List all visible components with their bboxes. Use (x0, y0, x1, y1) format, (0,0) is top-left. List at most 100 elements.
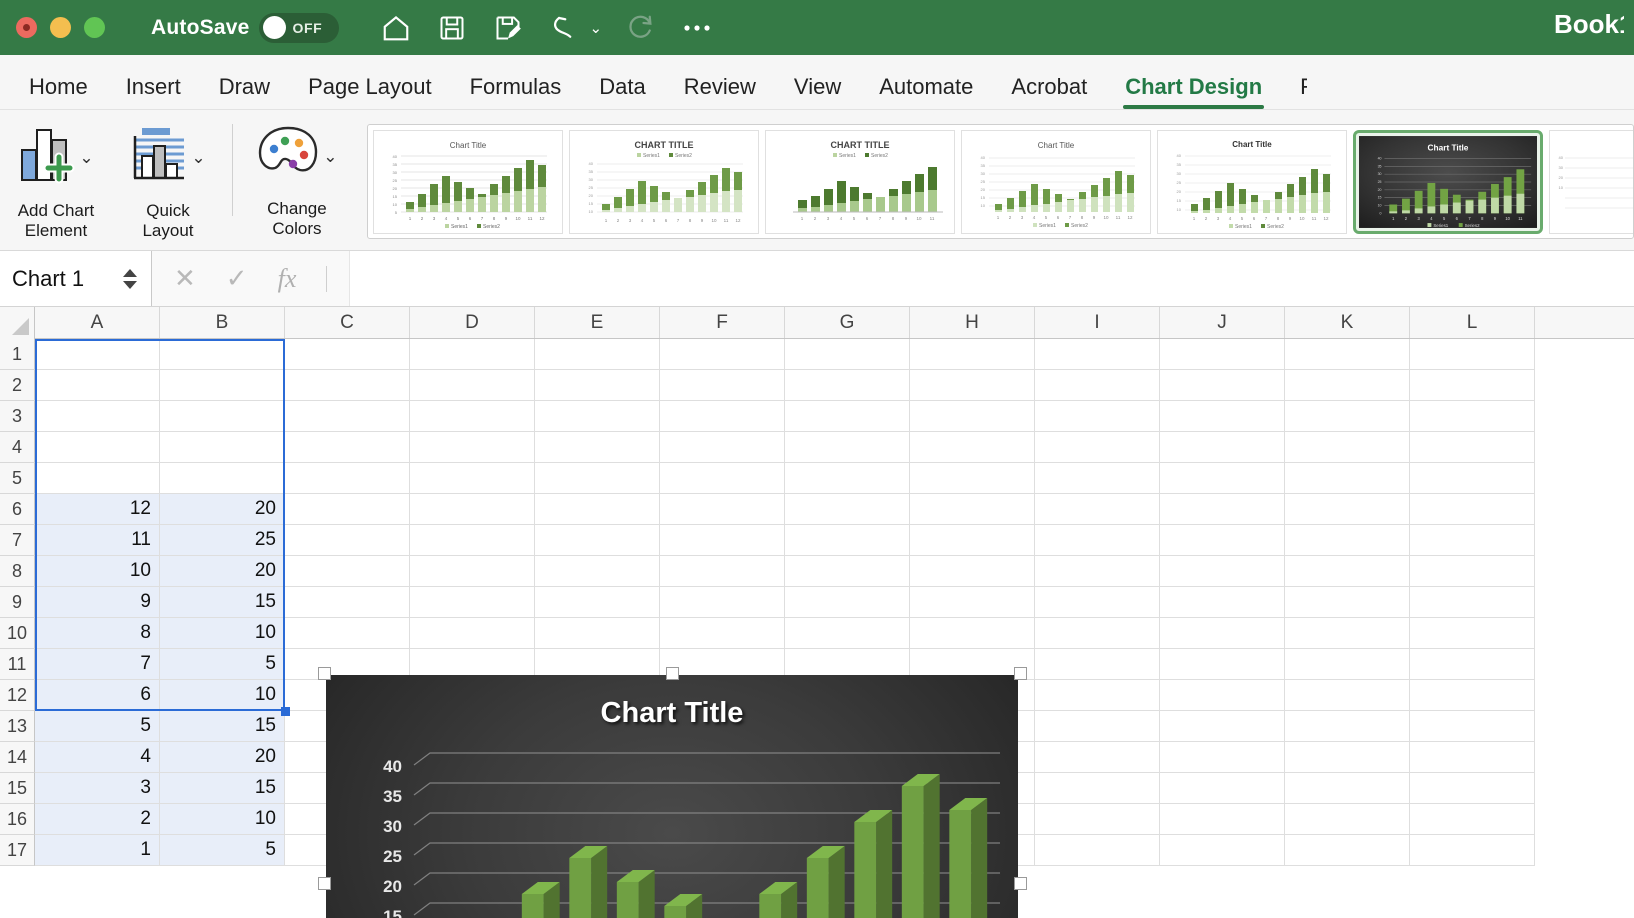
cell-F11[interactable] (660, 525, 785, 556)
cell-K13[interactable] (1285, 463, 1410, 494)
cell-K4[interactable] (1285, 742, 1410, 773)
cell-L14[interactable] (1410, 432, 1535, 463)
cell-G9[interactable] (785, 587, 910, 618)
cell-K17[interactable] (1285, 339, 1410, 370)
cell-H11[interactable] (910, 525, 1035, 556)
cancel-formula-icon[interactable]: ✕ (174, 263, 196, 294)
column-header-I[interactable]: I (1035, 307, 1160, 338)
cell-A7[interactable]: 7 (35, 649, 160, 680)
cell-H14[interactable] (910, 432, 1035, 463)
cell-C15[interactable] (285, 401, 410, 432)
cell-L1[interactable] (1410, 835, 1535, 866)
tab-review[interactable]: Review (665, 74, 775, 109)
cell-B4[interactable]: 20 (160, 742, 285, 773)
cell-C16[interactable] (285, 370, 410, 401)
cell-F9[interactable] (660, 587, 785, 618)
cell-K5[interactable] (1285, 711, 1410, 742)
chart-style-thumb-1[interactable]: Chart Title (373, 130, 563, 234)
row-header-13[interactable]: 13 (0, 711, 35, 742)
cell-L10[interactable] (1410, 556, 1535, 587)
cell-L13[interactable] (1410, 463, 1535, 494)
cell-E15[interactable] (535, 401, 660, 432)
cell-A6[interactable]: 6 (35, 680, 160, 711)
cell-K10[interactable] (1285, 556, 1410, 587)
cell-L8[interactable] (1410, 618, 1535, 649)
cell-J13[interactable] (1160, 463, 1285, 494)
cell-J15[interactable] (1160, 401, 1285, 432)
add-chart-element-button[interactable]: ⌄ Add Chart Element (0, 120, 112, 242)
cell-C9[interactable] (285, 587, 410, 618)
chart-style-thumb-7[interactable]: 4030 2010 (1549, 130, 1634, 234)
cell-L7[interactable] (1410, 649, 1535, 680)
cell-I7[interactable] (1035, 649, 1160, 680)
cell-B13[interactable] (160, 463, 285, 494)
cell-J6[interactable] (1160, 680, 1285, 711)
row-header-16[interactable]: 16 (0, 804, 35, 835)
select-all-corner[interactable] (0, 307, 35, 339)
cell-E16[interactable] (535, 370, 660, 401)
cell-G12[interactable] (785, 494, 910, 525)
cell-F8[interactable] (660, 618, 785, 649)
cell-C8[interactable] (285, 618, 410, 649)
column-header-L[interactable]: L (1410, 307, 1535, 338)
cell-B16[interactable] (160, 370, 285, 401)
cell-F12[interactable] (660, 494, 785, 525)
cell-J3[interactable] (1160, 773, 1285, 804)
cell-J16[interactable] (1160, 370, 1285, 401)
cell-L12[interactable] (1410, 494, 1535, 525)
cell-L2[interactable] (1410, 804, 1535, 835)
cell-A12[interactable]: 12 (35, 494, 160, 525)
cell-J2[interactable] (1160, 804, 1285, 835)
close-window-button[interactable] (16, 17, 37, 38)
cell-A8[interactable]: 8 (35, 618, 160, 649)
cell-A2[interactable]: 2 (35, 804, 160, 835)
cell-J17[interactable] (1160, 339, 1285, 370)
cell-C11[interactable] (285, 525, 410, 556)
cell-B9[interactable]: 15 (160, 587, 285, 618)
cell-A9[interactable]: 9 (35, 587, 160, 618)
cell-A4[interactable]: 4 (35, 742, 160, 773)
autosave-control[interactable]: AutoSave OFF (151, 13, 339, 43)
column-header-B[interactable]: B (160, 307, 285, 338)
chart-style-thumb-4[interactable]: Chart Title (961, 130, 1151, 234)
cell-D13[interactable] (410, 463, 535, 494)
cell-H17[interactable] (910, 339, 1035, 370)
row-header-3[interactable]: 3 (0, 401, 35, 432)
chart-style-thumb-3[interactable]: CHART TITLE Series1 Series2 (765, 130, 955, 234)
cell-B15[interactable] (160, 401, 285, 432)
cell-D10[interactable] (410, 556, 535, 587)
cell-K6[interactable] (1285, 680, 1410, 711)
cell-F15[interactable] (660, 401, 785, 432)
chart-object[interactable]: Chart Title 0510152025303540123456789101… (322, 671, 1022, 918)
enter-formula-icon[interactable]: ✓ (226, 263, 248, 294)
tab-automate[interactable]: Automate (860, 74, 992, 109)
tab-acrobat[interactable]: Acrobat (992, 74, 1106, 109)
cell-L4[interactable] (1410, 742, 1535, 773)
save-as-icon[interactable] (491, 11, 525, 45)
row-header-5[interactable]: 5 (0, 463, 35, 494)
cell-L6[interactable] (1410, 680, 1535, 711)
cell-F14[interactable] (660, 432, 785, 463)
cell-I4[interactable] (1035, 742, 1160, 773)
cell-J1[interactable] (1160, 835, 1285, 866)
row-header-2[interactable]: 2 (0, 370, 35, 401)
cell-I16[interactable] (1035, 370, 1160, 401)
cell-J10[interactable] (1160, 556, 1285, 587)
cell-K11[interactable] (1285, 525, 1410, 556)
row-header-17[interactable]: 17 (0, 835, 35, 866)
column-header-E[interactable]: E (535, 307, 660, 338)
cell-B3[interactable]: 15 (160, 773, 285, 804)
cell-L5[interactable] (1410, 711, 1535, 742)
selection-handle-bottom-right[interactable] (281, 707, 290, 716)
cell-A11[interactable]: 11 (35, 525, 160, 556)
cell-A13[interactable] (35, 463, 160, 494)
cell-L11[interactable] (1410, 525, 1535, 556)
cell-L3[interactable] (1410, 773, 1535, 804)
cell-H8[interactable] (910, 618, 1035, 649)
cell-G13[interactable] (785, 463, 910, 494)
cell-A1[interactable]: 1 (35, 835, 160, 866)
chart-handle-w[interactable] (318, 877, 331, 890)
cell-B1[interactable]: 5 (160, 835, 285, 866)
cell-B6[interactable]: 10 (160, 680, 285, 711)
cell-B12[interactable]: 20 (160, 494, 285, 525)
